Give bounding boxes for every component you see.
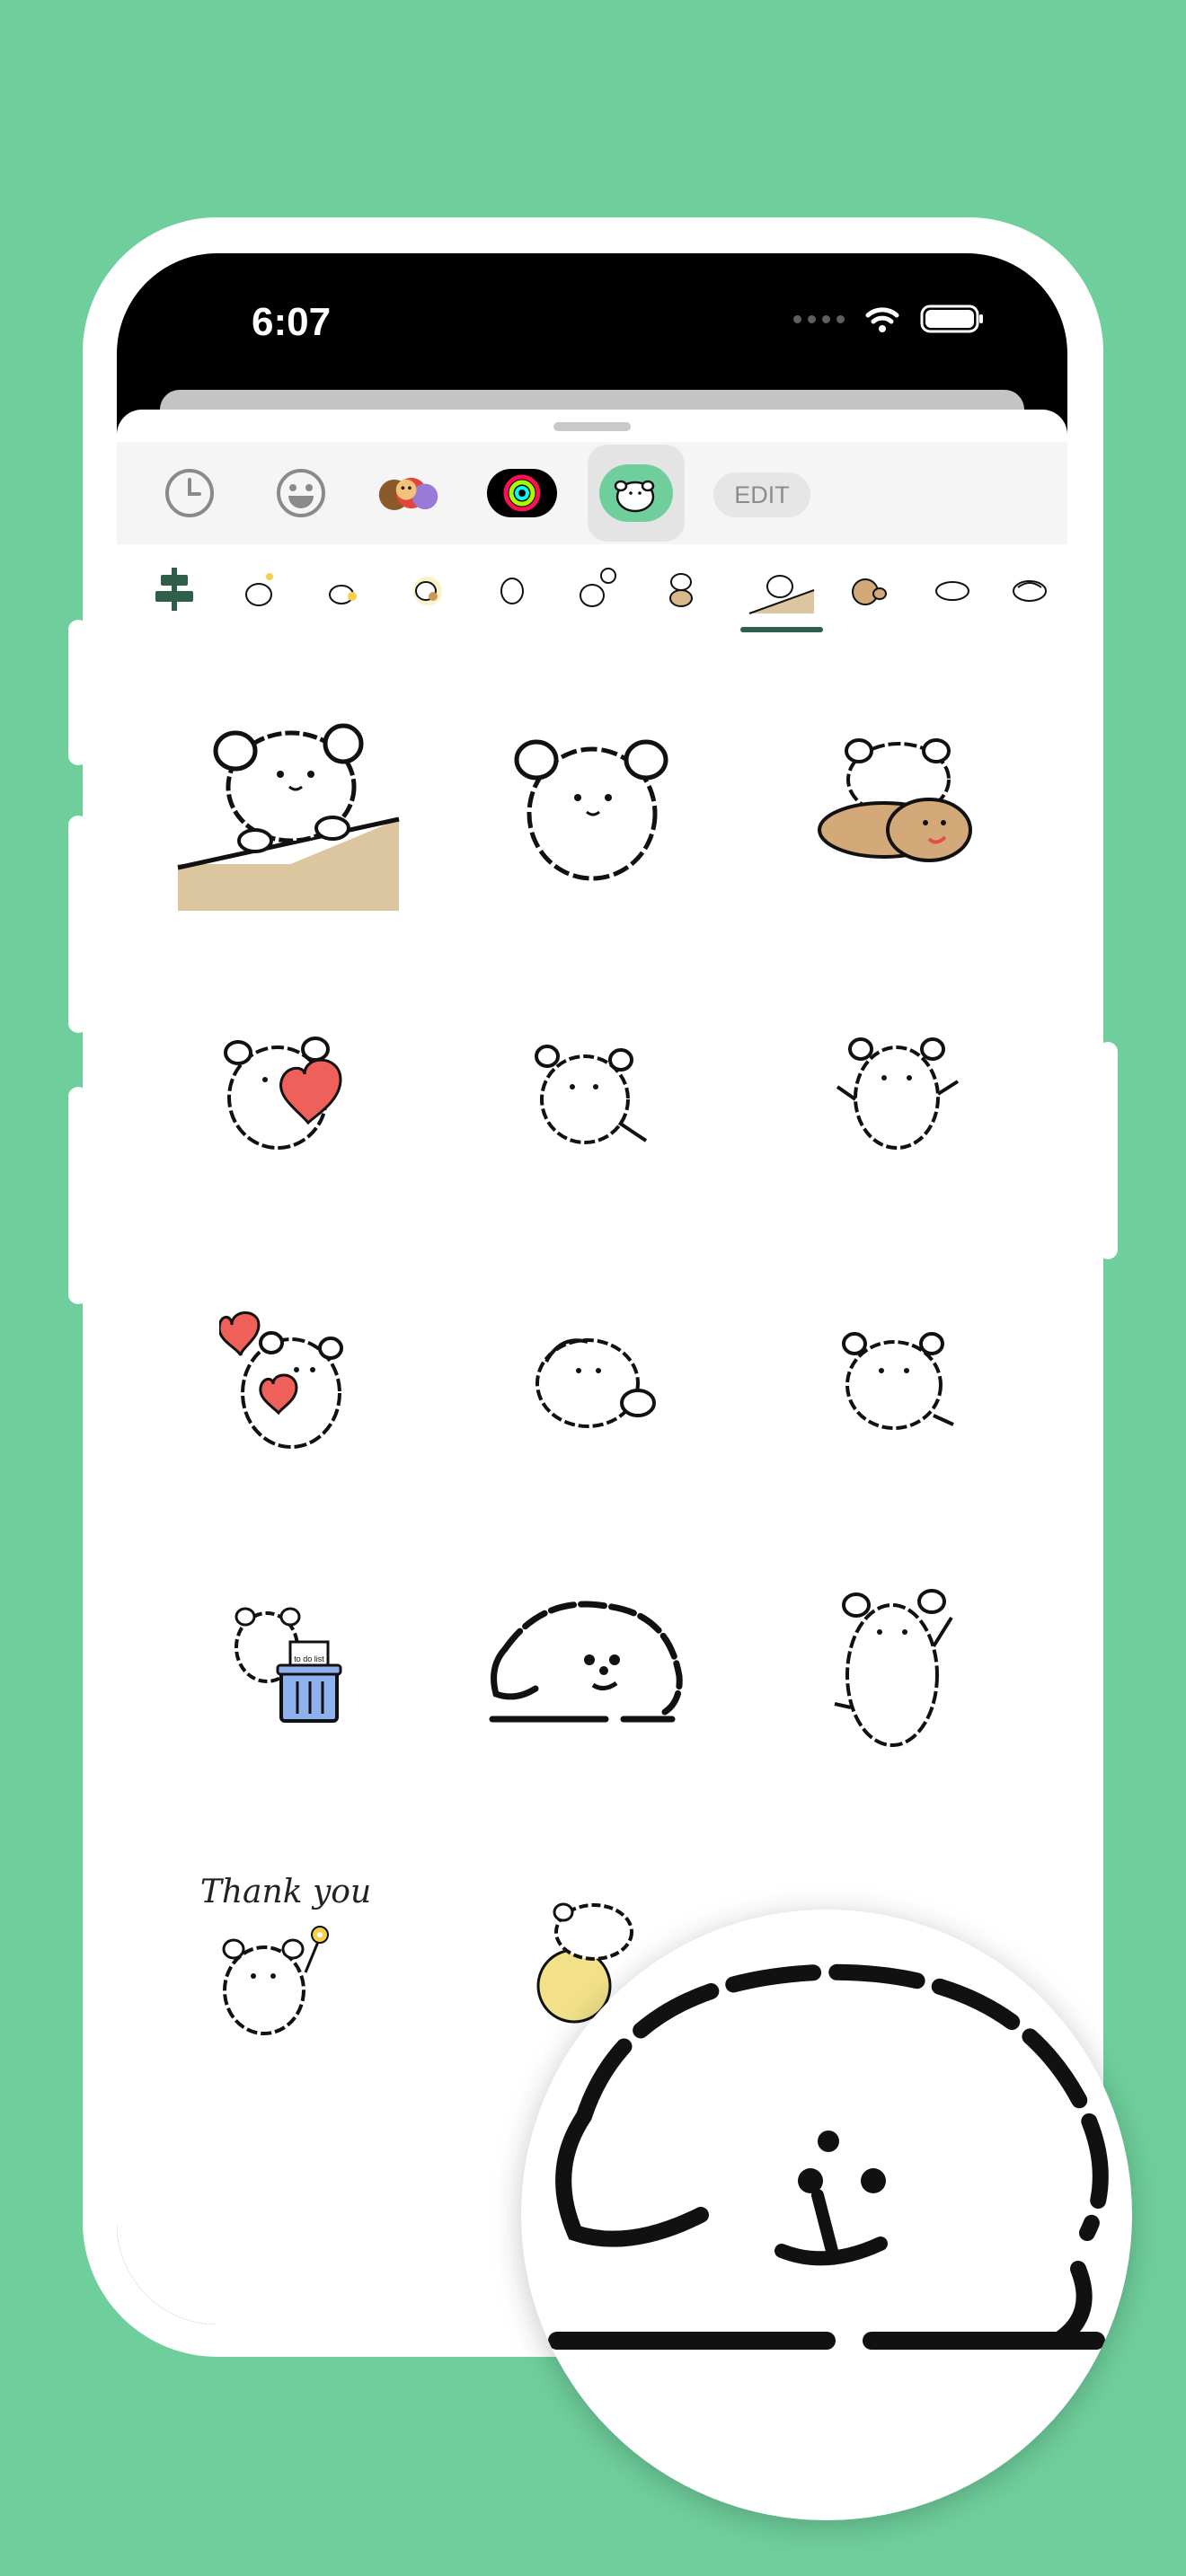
- pack-thumb-8[interactable]: [832, 544, 904, 634]
- pack-thumb-10[interactable]: [994, 544, 1066, 634]
- wifi-icon: [865, 307, 899, 332]
- sticker-pack-bar: [117, 544, 1067, 643]
- pack-thumb-6[interactable]: [645, 544, 717, 634]
- sticker-dog-standing[interactable]: [749, 1523, 1046, 1811]
- sticker-dog-curled[interactable]: [444, 1236, 740, 1523]
- pack-thumb-4[interactable]: [476, 544, 548, 634]
- sticker-dog-hearts-balloon[interactable]: [138, 1236, 435, 1523]
- pinned-pack-button[interactable]: [138, 544, 210, 634]
- pack-thumb-5[interactable]: [561, 544, 633, 634]
- memoji-stickers-icon: [378, 477, 438, 510]
- recent-button[interactable]: [156, 460, 223, 526]
- sticker-dog-lying-flat[interactable]: [444, 1523, 740, 1811]
- signal-dots-icon: [793, 314, 845, 323]
- emoji-button[interactable]: [268, 460, 334, 526]
- activity-button[interactable]: [487, 460, 557, 526]
- status-icons: [793, 304, 985, 334]
- clock-icon: [165, 469, 214, 517]
- pack-thumb-7-selected[interactable]: [740, 544, 823, 634]
- selected-pack-indicator: [740, 627, 823, 632]
- smiley-icon: [277, 469, 325, 517]
- status-bar: 6:07: [117, 253, 1067, 388]
- pack-thumb-3[interactable]: [392, 544, 464, 634]
- sheet-grabber[interactable]: [553, 422, 631, 431]
- zoomed-sticker-preview: [521, 1910, 1132, 2520]
- sticker-dog-lying[interactable]: [444, 948, 740, 1236]
- memoji-button[interactable]: [376, 460, 442, 526]
- dog-sticker-app-icon: [599, 464, 673, 522]
- sticker-dog-sitting[interactable]: [444, 661, 740, 948]
- status-time: 6:07: [252, 300, 332, 344]
- pack-thumb-9[interactable]: [916, 544, 988, 634]
- thank-you-text: Thank you: [200, 1874, 371, 1910]
- sticker-dog-thank-you[interactable]: Thank you: [138, 1811, 435, 2098]
- edit-button[interactable]: EDIT: [713, 472, 810, 517]
- dog-sticker-app-button[interactable]: [588, 445, 685, 542]
- sticker-dog-todo-trash[interactable]: to do list: [138, 1523, 435, 1811]
- sticker-dog-waving[interactable]: [749, 948, 1046, 1236]
- app-drawer: EDIT: [117, 442, 1067, 544]
- todo-note-text: to do list: [294, 1654, 324, 1663]
- sticker-dog-with-brown-dog[interactable]: [749, 661, 1046, 948]
- activity-rings-icon: [487, 469, 557, 517]
- sticker-dog-sitting-small[interactable]: [749, 1236, 1046, 1523]
- pack-thumb-2[interactable]: [307, 544, 379, 634]
- battery-icon: [920, 304, 983, 333]
- sticker-dog-on-wall[interactable]: [138, 661, 435, 948]
- pack-thumb-1[interactable]: [223, 544, 295, 634]
- pin-icon: [155, 568, 193, 611]
- sticker-dog-heart[interactable]: [138, 948, 435, 1236]
- zoomed-dog-lying-flat: [548, 1963, 1109, 2350]
